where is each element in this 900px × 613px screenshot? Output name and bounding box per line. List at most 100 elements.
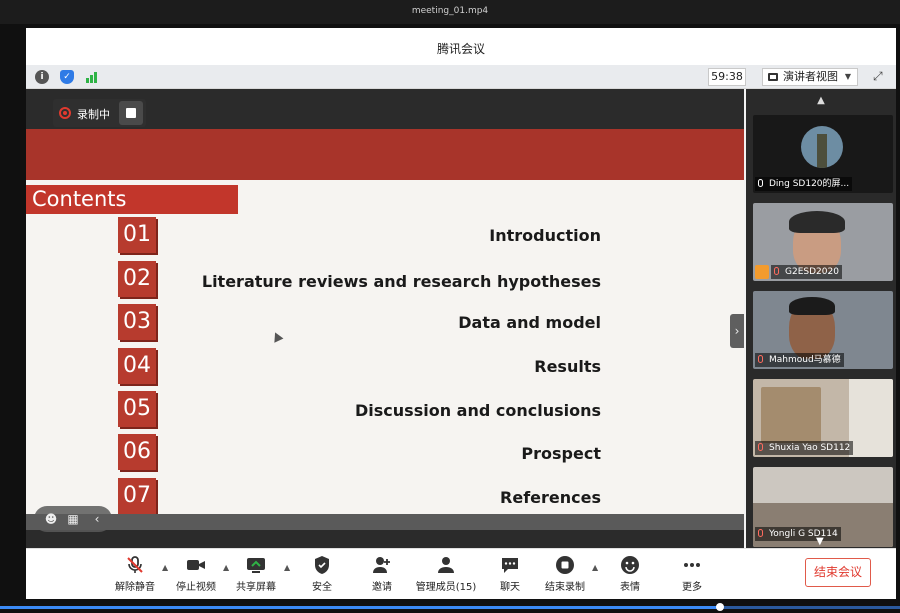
share-screen-icon — [247, 558, 265, 573]
recording-indicator: 录制中 — [53, 99, 146, 127]
toggle-panel-button[interactable]: › — [730, 314, 744, 348]
slide-banner — [26, 129, 744, 180]
participant-video — [789, 211, 845, 233]
stop-icon — [126, 108, 136, 118]
participant-name-tag: Yongli G SD114 — [755, 527, 841, 541]
fullscreen-icon[interactable]: ⤢ — [873, 70, 886, 83]
share-screen-button[interactable]: 共享屏幕 — [234, 555, 278, 597]
annotation-icon[interactable]: ☻ — [44, 512, 58, 526]
shield-icon — [315, 556, 329, 574]
signal-icon[interactable] — [85, 70, 99, 84]
add-user-icon — [373, 557, 390, 573]
item-label: Prospect — [521, 444, 601, 463]
chevron-up-icon[interactable]: ▲ — [162, 563, 168, 572]
end-meeting-button[interactable]: 结束会议 — [805, 558, 871, 587]
more-icon — [684, 563, 700, 567]
unmute-label: 解除静音 — [115, 582, 155, 593]
player-progress-bar[interactable] — [0, 603, 900, 611]
manage-members-button[interactable]: 管理成员(15) — [414, 555, 478, 597]
invite-button[interactable]: 邀请 — [366, 555, 398, 597]
participant-video — [849, 379, 893, 457]
unmute-button[interactable]: 解除静音 — [113, 555, 157, 597]
stop-recording-button[interactable] — [119, 101, 143, 125]
participant-tile[interactable]: Yongli G SD114 ▼ — [753, 467, 893, 547]
participant-tile[interactable]: G2ESD2020 — [753, 203, 893, 281]
stop-video-button[interactable]: 停止视频 — [174, 555, 218, 597]
slide-controls: ☻ ▦ ‹ — [34, 506, 112, 532]
participant-panel: ▲ Ding SD120的屏... G2ESD2020 Mahmoud马慕德 S… — [746, 89, 896, 548]
share-screen-label: 共享屏幕 — [236, 582, 276, 593]
scroll-up-icon[interactable]: ▲ — [746, 95, 896, 106]
item-label: Discussion and conclusions — [355, 401, 601, 420]
more-label: 更多 — [682, 582, 702, 593]
participant-video — [789, 297, 835, 315]
view-mode-select[interactable]: 演讲者视图 ▼ — [762, 68, 858, 86]
shared-screen: Contents 01 Introduction 02 Literature r… — [26, 89, 744, 548]
item-label: Literature reviews and research hypothes… — [201, 272, 601, 291]
more-button[interactable]: 更多 — [676, 555, 708, 597]
stop-record-icon — [556, 556, 574, 574]
meeting-control-bar: 解除静音 ▲ 停止视频 ▲ 共享屏幕 ▲ 安全 邀请 管理成员(15) 聊天 结… — [26, 548, 896, 599]
slide-footer-strip — [26, 530, 744, 548]
view-mode-label: 演讲者视图 — [783, 70, 838, 83]
invite-label: 邀请 — [372, 582, 392, 593]
participant-tile[interactable]: Ding SD120的屏... — [753, 115, 893, 193]
participant-name: G2ESD2020 — [785, 267, 839, 277]
end-recording-label: 结束录制 — [545, 582, 585, 593]
mic-muted-icon — [758, 443, 763, 451]
layout-icon — [768, 73, 778, 81]
window-title: 腾讯会议 — [436, 42, 485, 56]
window-title-bar: 腾讯会议 — [26, 28, 896, 65]
participant-name: Mahmoud马慕德 — [769, 355, 841, 365]
participant-tile[interactable]: Mahmoud马慕德 — [753, 291, 893, 369]
item-number: 07 — [118, 478, 156, 514]
chat-label: 聊天 — [500, 582, 520, 593]
mouse-cursor-icon — [270, 330, 284, 343]
participant-video — [761, 387, 821, 443]
mic-icon — [758, 179, 763, 187]
item-label: Data and model — [458, 313, 601, 332]
participant-tile[interactable]: Shuxia Yao SD112 — [753, 379, 893, 457]
chevron-up-icon[interactable]: ▲ — [223, 563, 229, 572]
meeting-toolbar: i ✓ 59:38 演讲者视图 ▼ ⤢ — [26, 65, 896, 89]
reactions-button[interactable]: 表情 — [614, 555, 646, 597]
participant-name: Shuxia Yao SD112 — [769, 443, 851, 453]
avatar — [801, 126, 843, 168]
player-progress-fill — [0, 606, 720, 609]
recording-label: 录制中 — [77, 108, 110, 121]
meeting-timer: 59:38 — [708, 68, 746, 86]
player-progress-handle[interactable] — [716, 603, 724, 611]
participant-name-tag: Ding SD120的屏... — [755, 177, 853, 191]
security-button[interactable]: 安全 — [306, 555, 338, 597]
chevron-up-icon[interactable]: ▲ — [284, 563, 290, 572]
record-icon — [59, 107, 71, 119]
item-number: 02 — [118, 261, 156, 297]
reactions-label: 表情 — [620, 582, 640, 593]
users-icon — [438, 557, 454, 573]
participant-name-tag: Mahmoud马慕德 — [755, 353, 844, 367]
camera-icon — [187, 560, 205, 570]
item-label: References — [500, 488, 601, 507]
item-label: Introduction — [489, 226, 601, 245]
keyboard-icon[interactable]: ▦ — [66, 512, 80, 526]
chevron-down-icon: ▼ — [844, 72, 851, 81]
user-icon — [755, 265, 769, 279]
mic-muted-icon — [127, 556, 143, 573]
participant-name: Ding SD120的屏... — [769, 179, 850, 189]
mic-muted-icon — [758, 355, 763, 363]
item-number: 04 — [118, 348, 156, 384]
chat-icon — [502, 558, 518, 573]
chat-button[interactable]: 聊天 — [494, 555, 526, 597]
end-recording-button[interactable]: 结束录制 — [542, 555, 588, 597]
chevron-up-icon[interactable]: ▲ — [592, 563, 598, 572]
item-number: 03 — [118, 304, 156, 340]
meeting-window: 腾讯会议 i ✓ 59:38 演讲者视图 ▼ ⤢ Contents 01 Int… — [26, 28, 896, 599]
participant-name-tag: Shuxia Yao SD112 — [755, 441, 854, 455]
item-number: 05 — [118, 391, 156, 427]
chevron-left-icon[interactable]: ‹ — [90, 512, 104, 526]
mic-muted-icon — [774, 267, 779, 275]
player-title-bar: meeting_01.mp4 — [0, 0, 900, 24]
info-icon[interactable]: i — [35, 70, 49, 84]
scroll-down-icon[interactable]: ▼ — [816, 536, 824, 547]
shield-icon[interactable]: ✓ — [60, 70, 74, 84]
